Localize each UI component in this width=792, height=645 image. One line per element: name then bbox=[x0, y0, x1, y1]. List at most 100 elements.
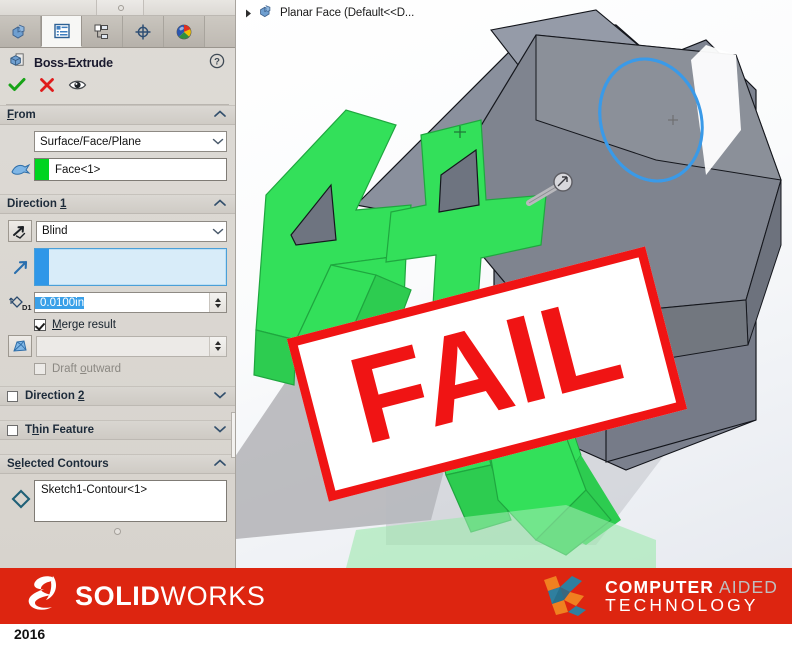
feature-tree-flyout-header[interactable]: Planar Face (Default<<D... bbox=[236, 0, 414, 26]
draft-outward-checkbox[interactable] bbox=[34, 363, 46, 375]
section-body-selected-contours: Sketch1-Contour<1> bbox=[0, 474, 235, 542]
end-condition-select[interactable]: Blind bbox=[36, 220, 227, 242]
section-header-selected-contours[interactable]: Selected Contours bbox=[0, 454, 235, 474]
reverse-direction-button[interactable] bbox=[8, 220, 32, 242]
section-body-from: Surface/Face/Plane Face<1> bbox=[0, 125, 235, 194]
panel-top-strip bbox=[0, 0, 235, 16]
direction-reference-field[interactable] bbox=[34, 248, 227, 286]
chevron-down-icon bbox=[209, 227, 226, 236]
contour-row: Sketch1-Contour<1> bbox=[8, 480, 227, 522]
property-action-row bbox=[0, 74, 235, 100]
section-title-direction1: Direction 1 bbox=[7, 198, 67, 210]
cat-mark-icon bbox=[538, 570, 592, 623]
draft-outward-label: Draft outward bbox=[52, 363, 122, 375]
section-header-from[interactable]: From bbox=[0, 105, 235, 125]
face-reference-icon bbox=[8, 161, 34, 179]
chevron-up-icon bbox=[213, 106, 227, 124]
from-face-field[interactable]: Face<1> bbox=[34, 158, 227, 181]
solidworks-window: Boss-Extrude ? From Surface/Face/Plane F… bbox=[0, 0, 792, 645]
boss-extrude-icon bbox=[8, 51, 27, 75]
end-condition-row: Blind bbox=[8, 220, 227, 242]
property-header: Boss-Extrude ? bbox=[0, 48, 235, 74]
configuration-manager-tab[interactable] bbox=[82, 16, 123, 47]
feature-manager-tree-tab[interactable] bbox=[0, 16, 41, 47]
ok-button[interactable] bbox=[8, 77, 26, 98]
chevron-down-icon bbox=[213, 387, 227, 405]
page-title: Boss-Extrude bbox=[34, 56, 113, 70]
draft-angle-stepper[interactable] bbox=[209, 336, 226, 356]
preview-eye-icon[interactable] bbox=[68, 78, 87, 97]
chevron-up-icon bbox=[213, 455, 227, 473]
section-header-direction1[interactable]: Direction 1 bbox=[0, 194, 235, 214]
section-header-direction2[interactable]: Direction 2 bbox=[0, 386, 235, 406]
from-condition-value: Surface/Face/Plane bbox=[40, 135, 142, 148]
svg-text:D1: D1 bbox=[22, 303, 32, 312]
thin-feature-checkbox[interactable] bbox=[7, 424, 18, 436]
footer-bar: 2016 bbox=[0, 624, 792, 645]
depth-value: 0.0100in bbox=[35, 296, 85, 309]
solidworks-wordmark: SOLIDWORKS bbox=[75, 580, 266, 611]
draft-outward-row: Draft outward bbox=[34, 363, 227, 375]
configuration-icon bbox=[92, 22, 112, 42]
merge-result-checkbox[interactable] bbox=[34, 319, 46, 331]
from-condition-row: Surface/Face/Plane bbox=[8, 131, 227, 152]
draft-on-off-button[interactable] bbox=[8, 335, 32, 357]
cat-line-2: TECHNOLOGY bbox=[605, 595, 759, 615]
from-condition-select[interactable]: Surface/Face/Plane bbox=[34, 131, 227, 152]
part-icon bbox=[258, 3, 275, 23]
chevron-down-icon bbox=[213, 421, 227, 439]
stepper-up-icon[interactable] bbox=[215, 341, 221, 345]
appearance-sphere-icon bbox=[174, 22, 194, 42]
property-manager-tab[interactable] bbox=[41, 15, 82, 47]
stepper-up-icon[interactable] bbox=[215, 297, 221, 302]
graphics-viewport[interactable]: Planar Face (Default<<D... FAIL bbox=[236, 0, 792, 568]
section-title-thin-feature: Thin Feature bbox=[25, 424, 95, 436]
cat-wordmark: COMPUTER AIDED TECHNOLOGY bbox=[605, 578, 778, 614]
help-icon[interactable]: ? bbox=[209, 53, 225, 74]
part-tree-icon bbox=[10, 22, 30, 42]
computer-aided-technology-logo: COMPUTER AIDED TECHNOLOGY bbox=[538, 570, 778, 623]
direction-arrow-icon bbox=[8, 257, 34, 277]
face-color-swatch bbox=[35, 159, 49, 180]
selected-contours-field[interactable]: Sketch1-Contour<1> bbox=[34, 480, 227, 522]
section-title-from: From bbox=[7, 109, 36, 121]
display-manager-tab[interactable] bbox=[123, 16, 164, 47]
from-face-row: Face<1> bbox=[8, 158, 227, 181]
draft-angle-input[interactable] bbox=[36, 335, 227, 357]
contour-resize-handle[interactable] bbox=[114, 528, 121, 535]
depth-dimension-icon: D1 bbox=[8, 293, 34, 313]
property-list-icon bbox=[52, 21, 72, 41]
solidworks-logo: SOLIDWORKS bbox=[22, 574, 266, 619]
triangle-right-icon[interactable] bbox=[242, 8, 254, 19]
bottom-banner: SOLIDWORKS COMPUTER AIDED TECHNOLOGY bbox=[0, 568, 792, 624]
panel-collapse-dot[interactable] bbox=[118, 5, 124, 11]
depth-row: D1 0.0100in bbox=[8, 292, 227, 313]
section-title-selected-contours: Selected Contours bbox=[7, 458, 109, 470]
depth-stepper[interactable] bbox=[209, 293, 226, 312]
feature-tree-label: Planar Face (Default<<D... bbox=[280, 7, 415, 19]
chevron-up-icon bbox=[213, 195, 227, 213]
direction2-checkbox[interactable] bbox=[7, 390, 18, 402]
version-year: 2016 bbox=[14, 626, 46, 642]
chevron-down-icon bbox=[209, 137, 226, 146]
merge-result-label: Merge result bbox=[52, 319, 116, 331]
svg-text:?: ? bbox=[214, 56, 220, 67]
dassault-3ds-icon bbox=[22, 574, 66, 619]
stepper-down-icon[interactable] bbox=[215, 303, 221, 308]
cat-line-1: COMPUTER AIDED bbox=[605, 576, 778, 597]
direction-reference-row bbox=[8, 248, 227, 286]
depth-input[interactable]: 0.0100in bbox=[34, 292, 227, 313]
display-crosshair-icon bbox=[133, 22, 153, 42]
contour-diamond-icon bbox=[8, 480, 34, 510]
section-body-direction1: Blind D1 0.0100in Merge result Draft out… bbox=[0, 214, 235, 386]
draft-angle-row bbox=[8, 335, 227, 357]
selected-contour-value: Sketch1-Contour<1> bbox=[41, 484, 148, 496]
cancel-button[interactable] bbox=[39, 77, 55, 98]
appearances-tab[interactable] bbox=[164, 16, 205, 47]
manager-tab-bar bbox=[0, 15, 235, 48]
section-header-thin-feature[interactable]: Thin Feature bbox=[0, 420, 235, 440]
stepper-down-icon[interactable] bbox=[215, 347, 221, 351]
property-manager-panel: Boss-Extrude ? From Surface/Face/Plane F… bbox=[0, 0, 236, 568]
section-title-direction2: Direction 2 bbox=[25, 390, 85, 402]
from-face-value: Face<1> bbox=[55, 163, 101, 176]
